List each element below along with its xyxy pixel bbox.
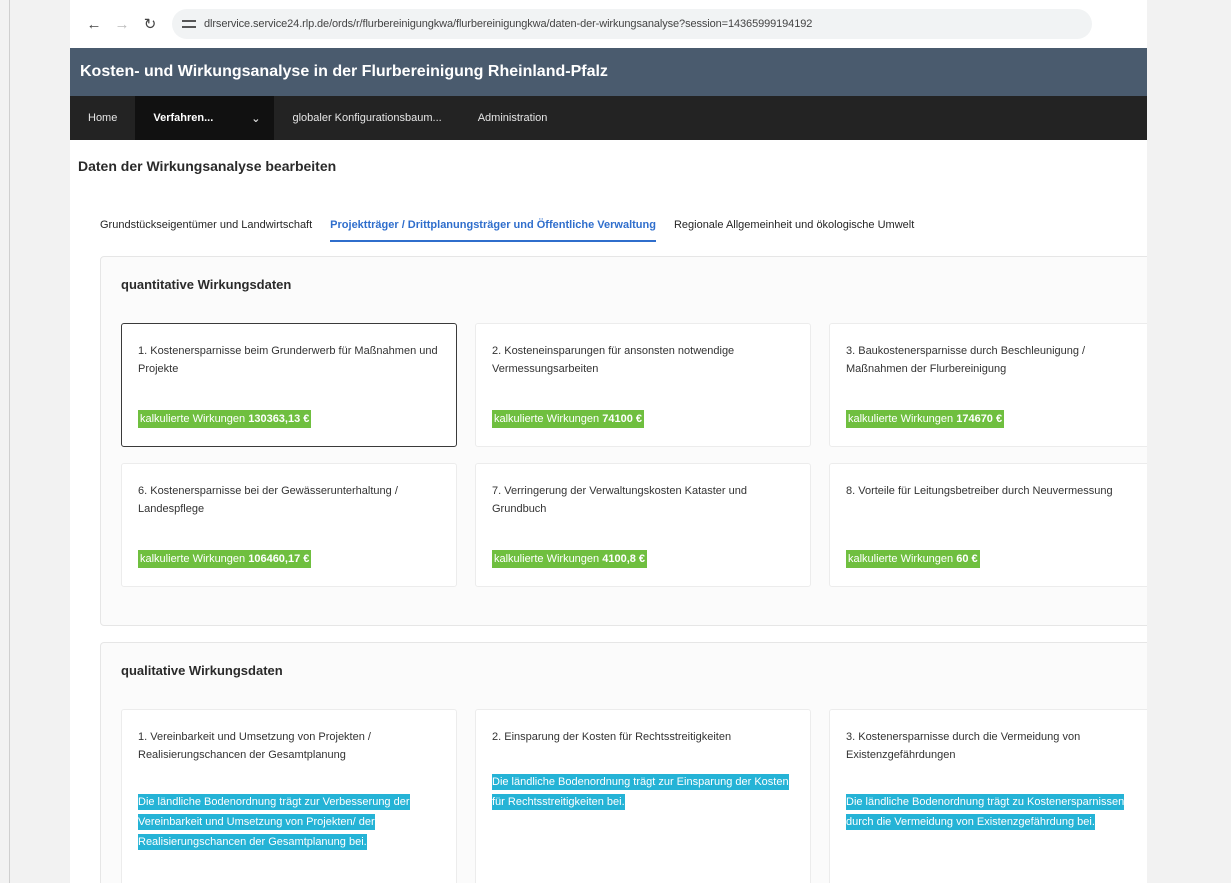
card-label: 6. Kostenersparnisse bei der Gewässerunt… xyxy=(138,485,398,515)
menu-item-label: Verfahren... xyxy=(153,112,214,124)
app-title: Kosten- und Wirkungsanalyse in der Flurb… xyxy=(80,63,608,80)
card-label: 7. Verringerung der Verwaltungskosten Ka… xyxy=(492,485,747,515)
right-background xyxy=(1147,0,1231,883)
card-label: 3. Kostenersparnisse durch die Vermeidun… xyxy=(846,731,1081,761)
menu-item-konfigurationsbaum[interactable]: globaler Konfigurationsbaum... xyxy=(274,96,459,140)
calc-prefix: kalkulierte Wirkungen xyxy=(848,413,954,425)
calc-value: 74100 € xyxy=(602,413,642,425)
app-header: Kosten- und Wirkungsanalyse in der Flurb… xyxy=(70,48,1147,96)
reload-icon[interactable]: ↻ xyxy=(136,10,164,38)
card-label: 2. Einsparung der Kosten für Rechtsstrei… xyxy=(492,731,732,743)
qualitative-text-value: Die ländliche Bodenordnung trägt zu Kost… xyxy=(846,794,1125,830)
quant-card-2[interactable]: 2. Kosteneinsparungen für ansonsten notw… xyxy=(475,323,811,447)
quant-card-6[interactable]: 6. Kostenersparnisse bei der Gewässerunt… xyxy=(121,463,457,587)
region-heading: quantitative Wirkungsdaten xyxy=(121,277,292,292)
menu-item-label: Home xyxy=(88,112,118,124)
chevron-down-icon[interactable]: ⌄ xyxy=(251,112,260,125)
menu-item-label: Administration xyxy=(477,112,548,124)
menu-item-home[interactable]: Home xyxy=(70,96,135,140)
calc-value: 4100,8 € xyxy=(602,553,646,565)
tab-projekttraeger[interactable]: Projektträger / Drittplanungsträger und … xyxy=(330,210,656,242)
url-text: dlrservice.service24.rlp.de/ords/r/flurb… xyxy=(204,18,813,30)
quant-card-3[interactable]: 3. Baukostenersparnisse durch Beschleuni… xyxy=(829,323,1147,447)
qual-card-1[interactable]: 1. Vereinbarkeit und Umsetzung von Proje… xyxy=(121,709,457,883)
calc-prefix: kalkulierte Wirkungen xyxy=(848,553,954,565)
menu-item-verfahren[interactable]: Verfahren... ⌄ xyxy=(135,96,275,140)
calc-value: 130363,13 € xyxy=(248,413,310,425)
quantitative-region: quantitative Wirkungsdaten 1. Kostenersp… xyxy=(100,256,1147,626)
menu-item-label: globaler Konfigurationsbaum... xyxy=(292,112,442,124)
calculated-effect-badge: kalkulierte Wirkungen 130363,13 € xyxy=(138,410,312,428)
calc-prefix: kalkulierte Wirkungen xyxy=(140,413,246,425)
card-label: 3. Baukostenersparnisse durch Beschleuni… xyxy=(846,345,1086,375)
qualitative-text-value: Die ländliche Bodenordnung trägt zur Ver… xyxy=(138,794,410,850)
forward-arrow-icon[interactable]: → xyxy=(108,10,136,38)
card-label: 1. Vereinbarkeit und Umsetzung von Proje… xyxy=(138,731,371,761)
main-menu: Home Verfahren... ⌄ globaler Konfiguratio… xyxy=(70,96,1147,140)
region-heading: qualitative Wirkungsdaten xyxy=(121,663,283,678)
calculated-effect-badge: kalkulierte Wirkungen 4100,8 € xyxy=(492,550,648,568)
card-label: 8. Vorteile für Leitungsbetreiber durch … xyxy=(846,485,1113,497)
quant-card-7[interactable]: 7. Verringerung der Verwaltungskosten Ka… xyxy=(475,463,811,587)
quant-card-8[interactable]: 8. Vorteile für Leitungsbetreiber durch … xyxy=(829,463,1147,587)
qualitative-text-value: Die ländliche Bodenordnung trägt zur Ein… xyxy=(492,774,789,810)
menu-item-administration[interactable]: Administration xyxy=(460,96,566,140)
tab-grundstueckseigentuemer[interactable]: Grundstückseigentümer und Landwirtschaft xyxy=(100,210,312,240)
qualitative-text: Die ländliche Bodenordnung trägt zur Ver… xyxy=(138,792,410,852)
quant-card-1[interactable]: 1. Kostenersparnisse beim Grunderwerb fü… xyxy=(121,323,457,447)
site-settings-icon[interactable] xyxy=(182,18,196,30)
address-bar[interactable]: dlrservice.service24.rlp.de/ords/r/flurb… xyxy=(172,9,1092,39)
back-arrow-icon[interactable]: ← xyxy=(80,10,108,38)
calculated-effect-badge: kalkulierte Wirkungen 74100 € xyxy=(492,410,644,428)
calc-value: 60 € xyxy=(956,553,978,565)
left-window-frame xyxy=(0,0,10,883)
calc-value: 174670 € xyxy=(956,413,1003,425)
browser-toolbar: ← → ↻ dlrservice.service24.rlp.de/ords/r… xyxy=(70,0,1147,48)
calculated-effect-badge: kalkulierte Wirkungen 174670 € xyxy=(846,410,1005,428)
calculated-effect-badge: kalkulierte Wirkungen 60 € xyxy=(846,550,980,568)
qualitative-region: qualitative Wirkungsdaten 1. Vereinbarke… xyxy=(100,642,1147,883)
qualitative-text: Die ländliche Bodenordnung trägt zu Kost… xyxy=(846,792,1136,832)
browser-window: ← → ↻ dlrservice.service24.rlp.de/ords/r… xyxy=(70,0,1147,883)
calc-value: 106460,17 € xyxy=(248,553,310,565)
page-title: Daten der Wirkungsanalyse bearbeiten xyxy=(78,158,337,174)
calc-prefix: kalkulierte Wirkungen xyxy=(494,553,600,565)
tab-bar: Grundstückseigentümer und Landwirtschaft… xyxy=(70,194,1147,256)
card-label: 1. Kostenersparnisse beim Grunderwerb fü… xyxy=(138,345,438,375)
tab-regionale-allgemeinheit[interactable]: Regionale Allgemeinheit und ökologische … xyxy=(674,210,914,240)
calc-prefix: kalkulierte Wirkungen xyxy=(140,553,246,565)
qual-card-2[interactable]: 2. Einsparung der Kosten für Rechtsstrei… xyxy=(475,709,811,883)
card-label: 2. Kosteneinsparungen für ansonsten notw… xyxy=(492,345,735,375)
calculated-effect-badge: kalkulierte Wirkungen 106460,17 € xyxy=(138,550,312,568)
qual-card-3[interactable]: 3. Kostenersparnisse durch die Vermeidun… xyxy=(829,709,1147,883)
calc-prefix: kalkulierte Wirkungen xyxy=(494,413,600,425)
qualitative-text: Die ländliche Bodenordnung trägt zur Ein… xyxy=(492,772,792,812)
